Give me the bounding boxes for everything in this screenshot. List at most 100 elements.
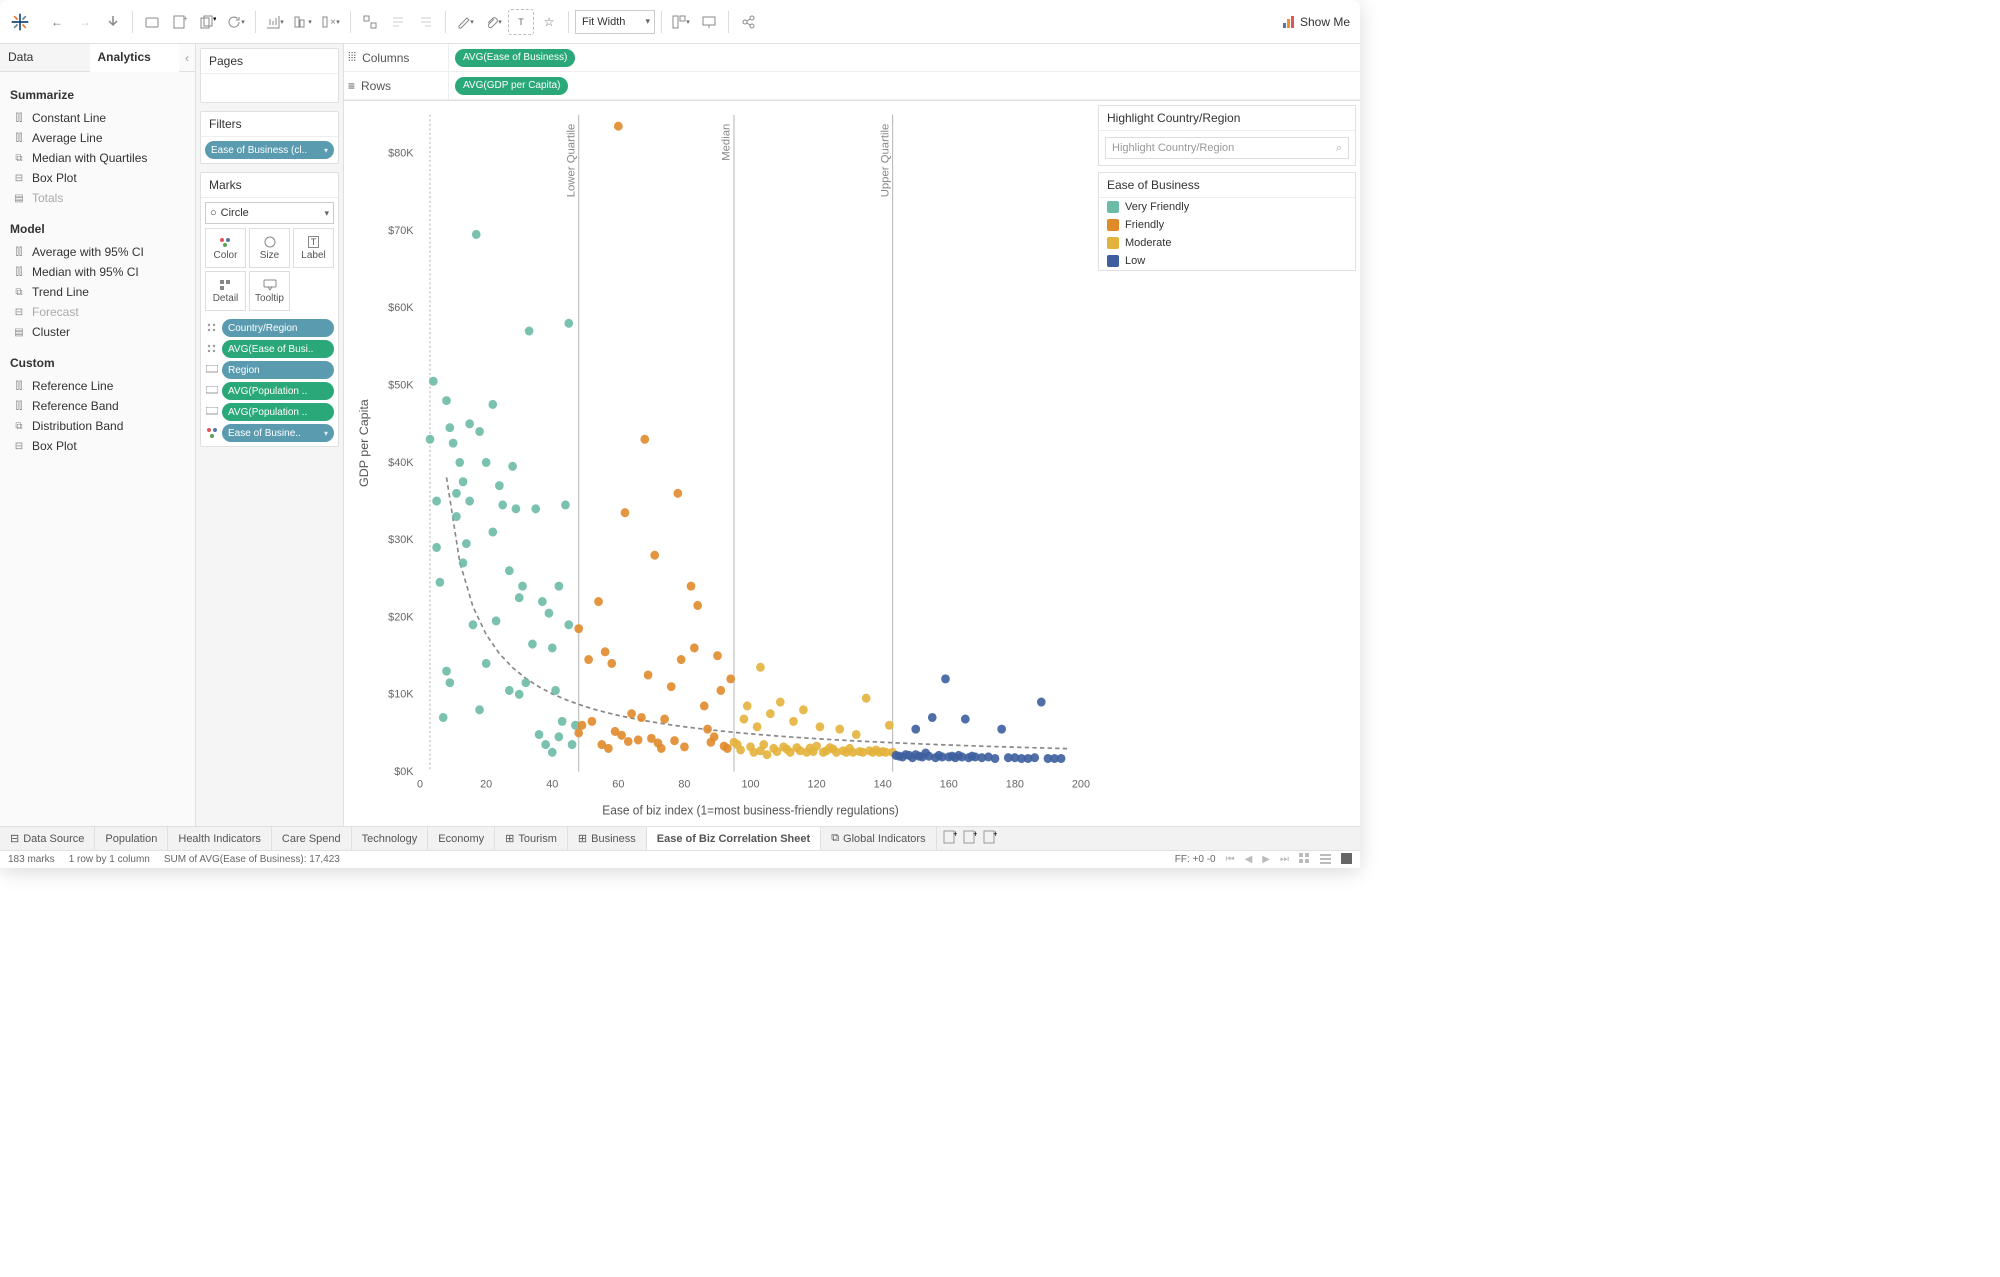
swap-icon[interactable]: ▾ bbox=[262, 9, 288, 35]
sheet-tab[interactable]: ⧉Global Indicators bbox=[821, 827, 936, 850]
analytics-item[interactable]: ⫿⫿Average Line bbox=[10, 128, 185, 148]
view-full-icon[interactable] bbox=[1341, 853, 1352, 867]
new-data-source-icon[interactable] bbox=[139, 9, 165, 35]
nav-prev-icon[interactable]: ◀ bbox=[1245, 854, 1253, 865]
sort-asc-icon[interactable]: ▾ bbox=[290, 9, 316, 35]
analytics-item[interactable]: ⊟Box Plot bbox=[10, 436, 185, 456]
marks-pill[interactable]: AVG(Population .. bbox=[222, 403, 334, 421]
analytics-item-icon: ▤ bbox=[12, 326, 26, 338]
nav-next-icon[interactable]: ▶ bbox=[1262, 854, 1270, 865]
legend-item[interactable]: Friendly bbox=[1099, 216, 1355, 234]
highlight-icon[interactable]: ▾ bbox=[452, 9, 478, 35]
save-button[interactable] bbox=[100, 9, 126, 35]
rows-shelf[interactable]: ≡Rows AVG(GDP per Capita) bbox=[344, 72, 1360, 100]
analytics-item-icon: ⧉ bbox=[12, 286, 26, 298]
svg-text:+: + bbox=[973, 830, 977, 839]
sheet-tab[interactable]: Care Spend bbox=[272, 827, 352, 850]
collapse-side-panel-icon[interactable]: ‹ bbox=[179, 44, 195, 71]
sheet-tab[interactable]: ⊞Tourism bbox=[495, 827, 568, 850]
marks-type-select[interactable]: ○Circle bbox=[205, 202, 334, 224]
sheet-tab[interactable]: Population bbox=[95, 827, 168, 850]
svg-text:120: 120 bbox=[808, 778, 826, 790]
nav-last-icon[interactable]: ⏭ bbox=[1280, 854, 1289, 865]
analytics-item[interactable]: ▤Cluster bbox=[10, 322, 185, 342]
sort-desc-icon[interactable]: ×▾ bbox=[318, 9, 344, 35]
forward-button[interactable]: → bbox=[72, 9, 98, 35]
analytics-item[interactable]: ⊟Box Plot bbox=[10, 168, 185, 188]
filter-pill[interactable]: Ease of Business (cl..▾ bbox=[205, 141, 334, 159]
detail-icon bbox=[205, 342, 219, 356]
analytics-item[interactable]: ⧉Median with Quartiles bbox=[10, 148, 185, 168]
presentation-icon[interactable] bbox=[696, 9, 722, 35]
sheet-tab[interactable]: Economy bbox=[428, 827, 495, 850]
columns-pill[interactable]: AVG(Ease of Business) bbox=[455, 49, 575, 67]
marks-pill[interactable]: Ease of Busine..▾ bbox=[222, 424, 334, 442]
legend-item[interactable]: Low bbox=[1099, 252, 1355, 270]
separator bbox=[568, 11, 569, 33]
format-icon[interactable] bbox=[413, 9, 439, 35]
new-story-icon[interactable]: + bbox=[983, 830, 997, 847]
marks-detail-button[interactable]: Detail bbox=[205, 271, 246, 311]
analytics-item[interactable]: ⊟Forecast bbox=[10, 302, 185, 322]
svg-text:Lower Quartile: Lower Quartile bbox=[566, 124, 578, 198]
view-list-icon[interactable] bbox=[1320, 853, 1331, 867]
summarize-heading: Summarize bbox=[10, 88, 185, 102]
columns-shelf[interactable]: ⦙⦙⦙Columns AVG(Ease of Business) bbox=[344, 44, 1360, 72]
analytics-item[interactable]: ⫿⫿Reference Line bbox=[10, 376, 185, 396]
show-me-button[interactable]: Show Me bbox=[1282, 15, 1350, 29]
chart-area[interactable]: $0K$10K$20K$30K$40K$50K$60K$70K$80K02040… bbox=[344, 101, 1094, 826]
marks-pill[interactable]: AVG(Population .. bbox=[222, 382, 334, 400]
legend-swatch bbox=[1107, 201, 1119, 213]
new-worksheet-icon[interactable]: + bbox=[943, 830, 957, 847]
rows-pill[interactable]: AVG(GDP per Capita) bbox=[455, 77, 568, 95]
marks-pill[interactable]: Region bbox=[222, 361, 334, 379]
attachment-icon[interactable]: ▾ bbox=[480, 9, 506, 35]
analytics-item[interactable]: ⫿⫿Median with 95% CI bbox=[10, 262, 185, 282]
svg-text:Ease of biz index (1=most busi: Ease of biz index (1=most business-frien… bbox=[602, 803, 899, 817]
group-icon[interactable] bbox=[357, 9, 383, 35]
fit-select[interactable]: Fit Width bbox=[575, 10, 655, 34]
refresh-icon[interactable]: ▾ bbox=[223, 9, 249, 35]
analytics-item[interactable]: ⧉Trend Line bbox=[10, 282, 185, 302]
new-worksheet-icon[interactable]: + bbox=[167, 9, 193, 35]
analytics-item-icon: ⫿⫿ bbox=[12, 112, 26, 124]
sheet-tab[interactable]: Health Indicators bbox=[168, 827, 272, 850]
analytics-item[interactable]: ⫿⫿Average with 95% CI bbox=[10, 242, 185, 262]
marks-color-button[interactable]: Color bbox=[205, 228, 246, 268]
analytics-item-icon: ⊟ bbox=[12, 306, 26, 318]
tab-data[interactable]: Data bbox=[0, 44, 90, 71]
sheet-tab[interactable]: ⊞Business bbox=[568, 827, 647, 850]
sheet-tab[interactable]: Technology bbox=[352, 827, 429, 850]
nav-first-icon[interactable]: ⏮ bbox=[1226, 854, 1235, 865]
svg-text:200: 200 bbox=[1072, 778, 1090, 790]
duplicate-icon[interactable]: ▾ bbox=[195, 9, 221, 35]
back-button[interactable]: ← bbox=[44, 9, 70, 35]
legend-item[interactable]: Moderate bbox=[1099, 234, 1355, 252]
marks-pill[interactable]: AVG(Ease of Busi.. bbox=[222, 340, 334, 358]
analytics-item[interactable]: ⫿⫿Constant Line bbox=[10, 108, 185, 128]
analytics-item[interactable]: ⫿⫿Reference Band bbox=[10, 396, 185, 416]
right-sidebar: Highlight Country/Region Highlight Count… bbox=[1094, 101, 1360, 826]
marks-tooltip-button[interactable]: Tooltip bbox=[249, 271, 290, 311]
view-grid-icon[interactable] bbox=[1299, 853, 1310, 867]
marks-size-button[interactable]: Size bbox=[249, 228, 290, 268]
svg-text:+: + bbox=[993, 830, 997, 839]
show-labels-icon[interactable] bbox=[385, 9, 411, 35]
analytics-item[interactable]: ▤Totals bbox=[10, 188, 185, 208]
legend-item[interactable]: Very Friendly bbox=[1099, 198, 1355, 216]
analytics-item[interactable]: ⧉Distribution Band bbox=[10, 416, 185, 436]
new-dashboard-icon[interactable]: + bbox=[963, 830, 977, 847]
svg-text:$60K: $60K bbox=[388, 302, 414, 314]
text-icon[interactable]: T bbox=[508, 9, 534, 35]
tab-analytics[interactable]: Analytics bbox=[90, 44, 180, 72]
sheet-tab[interactable]: Ease of Biz Correlation Sheet bbox=[647, 827, 821, 850]
marks-label-button[interactable]: TLabel bbox=[293, 228, 334, 268]
highlighter-input[interactable]: Highlight Country/Region bbox=[1105, 137, 1349, 159]
show-cards-icon[interactable]: ▾ bbox=[668, 9, 694, 35]
marks-pill[interactable]: Country/Region bbox=[222, 319, 334, 337]
share-icon[interactable] bbox=[735, 9, 761, 35]
sheet-tab[interactable]: ⊟Data Source bbox=[0, 827, 95, 850]
pin-icon[interactable]: ☆ bbox=[536, 9, 562, 35]
side-panel: Data Analytics ‹ Summarize ⫿⫿Constant Li… bbox=[0, 44, 196, 826]
analytics-item-icon: ⧉ bbox=[12, 152, 26, 164]
